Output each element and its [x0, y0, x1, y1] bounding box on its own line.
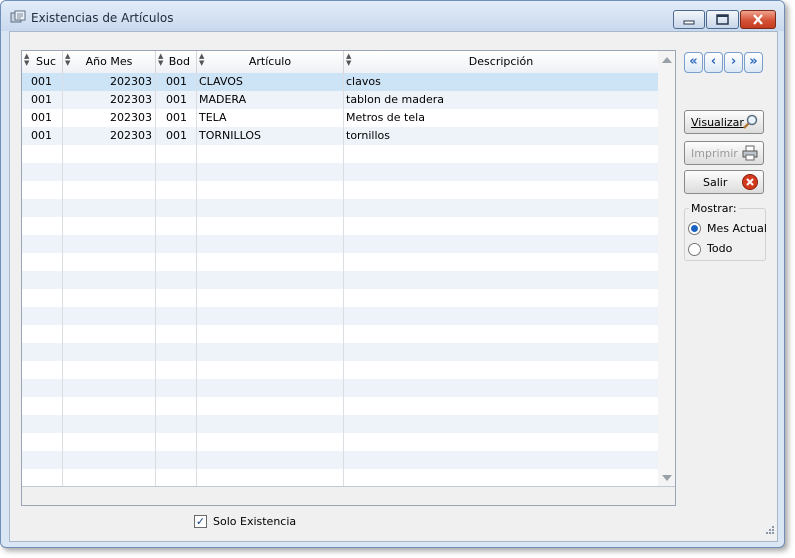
table-row[interactable]: 001 202303 001 TELA Metros de tela	[22, 109, 658, 127]
last-record-button[interactable]: »	[744, 52, 763, 73]
column-header-anio-mes[interactable]: ▲ ▼ Año Mes	[63, 51, 156, 73]
double-chevron-right-icon: »	[749, 54, 758, 69]
table-row[interactable]	[22, 343, 658, 361]
cell-bod: 001	[166, 129, 187, 142]
cell-anio-mes: 202303	[110, 111, 152, 124]
minimize-button[interactable]	[673, 10, 705, 29]
sort-icon: ▲ ▼	[24, 52, 30, 67]
solo-existencia-checkbox[interactable]: ✓	[194, 515, 207, 528]
cell-suc: 001	[31, 111, 52, 124]
app-icon	[10, 10, 26, 23]
maximize-icon	[716, 14, 729, 25]
radio-mes-actual-label[interactable]: Mes Actual	[707, 222, 767, 235]
cell-articulo: MADERA	[199, 93, 247, 106]
column-header-suc[interactable]: ▲ ▼ Suc	[22, 51, 63, 73]
table-row[interactable]	[22, 199, 658, 217]
previous-record-button[interactable]: ‹	[704, 52, 723, 73]
cell-descripcion: Metros de tela	[346, 111, 425, 124]
grid-footer	[22, 486, 675, 505]
table-row[interactable]	[22, 307, 658, 325]
window-title: Existencias de Artículos	[31, 11, 174, 25]
cell-articulo: TORNILLOS	[199, 129, 261, 142]
cell-descripcion: tablon de madera	[346, 93, 445, 106]
cell-bod: 001	[166, 75, 187, 88]
visualizar-button[interactable]: Visualizar	[684, 110, 764, 134]
sort-icon: ▲ ▼	[346, 52, 352, 67]
table-row[interactable]	[22, 271, 658, 289]
table-row[interactable]	[22, 253, 658, 271]
column-header-articulo[interactable]: ▲ ▼ Artículo	[197, 51, 344, 73]
magnifier-icon	[743, 114, 758, 129]
minimize-icon	[683, 20, 695, 25]
close-circle-icon	[742, 174, 758, 190]
table-row[interactable]: 001 202303 001 CLAVOS clavos	[22, 73, 658, 91]
sort-icon: ▲ ▼	[158, 52, 164, 67]
table-row[interactable]	[22, 235, 658, 253]
printer-icon	[742, 145, 758, 161]
solo-existencia-label[interactable]: Solo Existencia	[213, 515, 296, 528]
table-row[interactable]	[22, 325, 658, 343]
salir-label: Salir	[703, 176, 728, 189]
column-header-bod[interactable]: ▲ ▼ Bod	[156, 51, 197, 73]
scroll-up-icon[interactable]	[662, 57, 672, 63]
sort-icon: ▲ ▼	[199, 52, 205, 67]
imprimir-label: Imprimir	[691, 147, 738, 160]
table-row[interactable]	[22, 469, 658, 487]
resize-grip-icon[interactable]	[765, 525, 775, 535]
imprimir-button[interactable]: Imprimir	[684, 141, 764, 165]
radio-todo-label[interactable]: Todo	[707, 242, 732, 255]
table-row[interactable]	[22, 289, 658, 307]
table-row[interactable]: 001 202303 001 TORNILLOS tornillos	[22, 127, 658, 145]
cell-bod: 001	[166, 111, 187, 124]
first-record-button[interactable]: «	[684, 52, 703, 73]
cell-anio-mes: 202303	[110, 75, 152, 88]
cell-anio-mes: 202303	[110, 129, 152, 142]
cell-bod: 001	[166, 93, 187, 106]
table-row[interactable]	[22, 379, 658, 397]
table-row[interactable]	[22, 145, 658, 163]
cell-suc: 001	[31, 93, 52, 106]
salir-button[interactable]: Salir	[684, 170, 764, 194]
cell-descripcion: tornillos	[346, 129, 390, 142]
double-chevron-left-icon: «	[689, 54, 698, 69]
close-window-button[interactable]	[740, 10, 776, 29]
cell-suc: 001	[31, 75, 52, 88]
table-row[interactable]: 001 202303 001 MADERA tablon de madera	[22, 91, 658, 109]
stock-grid[interactable]: ▲ ▼ Suc ▲ ▼ Año Mes ▲ ▼ Bod ▲ ▼ Artículo ▲ ▼ Descr…	[21, 50, 676, 506]
table-row[interactable]	[22, 415, 658, 433]
radio-todo[interactable]	[688, 243, 701, 256]
table-row[interactable]	[22, 163, 658, 181]
cell-suc: 001	[31, 129, 52, 142]
close-icon	[753, 14, 763, 25]
mostrar-title: Mostrar:	[689, 202, 739, 215]
cell-anio-mes: 202303	[110, 93, 152, 106]
cell-articulo: CLAVOS	[199, 75, 243, 88]
scroll-down-icon[interactable]	[662, 475, 672, 481]
vertical-scrollbar[interactable]	[658, 51, 675, 487]
table-row[interactable]	[22, 433, 658, 451]
cell-descripcion: clavos	[346, 75, 381, 88]
column-header-descripcion[interactable]: ▲ ▼ Descripción	[344, 51, 658, 73]
table-row[interactable]	[22, 181, 658, 199]
table-row[interactable]	[22, 397, 658, 415]
table-row[interactable]	[22, 361, 658, 379]
chevron-right-icon: ›	[730, 54, 737, 69]
checkmark-icon: ✓	[195, 515, 206, 528]
cell-articulo: TELA	[199, 111, 227, 124]
sort-icon: ▲ ▼	[65, 52, 71, 67]
visualizar-label: Visualizar	[691, 116, 744, 129]
next-record-button[interactable]: ›	[724, 52, 743, 73]
grid-rows: 001 202303 001 CLAVOS clavos 001 202303 001 MADE…	[22, 73, 658, 487]
chevron-left-icon: ‹	[710, 54, 717, 69]
radio-mes-actual[interactable]	[688, 222, 701, 235]
table-row[interactable]	[22, 451, 658, 469]
grid-header: ▲ ▼ Suc ▲ ▼ Año Mes ▲ ▼ Bod ▲ ▼ Artículo ▲ ▼ Descr…	[22, 51, 658, 74]
table-row[interactable]	[22, 217, 658, 235]
maximize-button[interactable]	[706, 10, 739, 29]
title-bar[interactable]: Existencias de Artículos	[1, 1, 784, 31]
